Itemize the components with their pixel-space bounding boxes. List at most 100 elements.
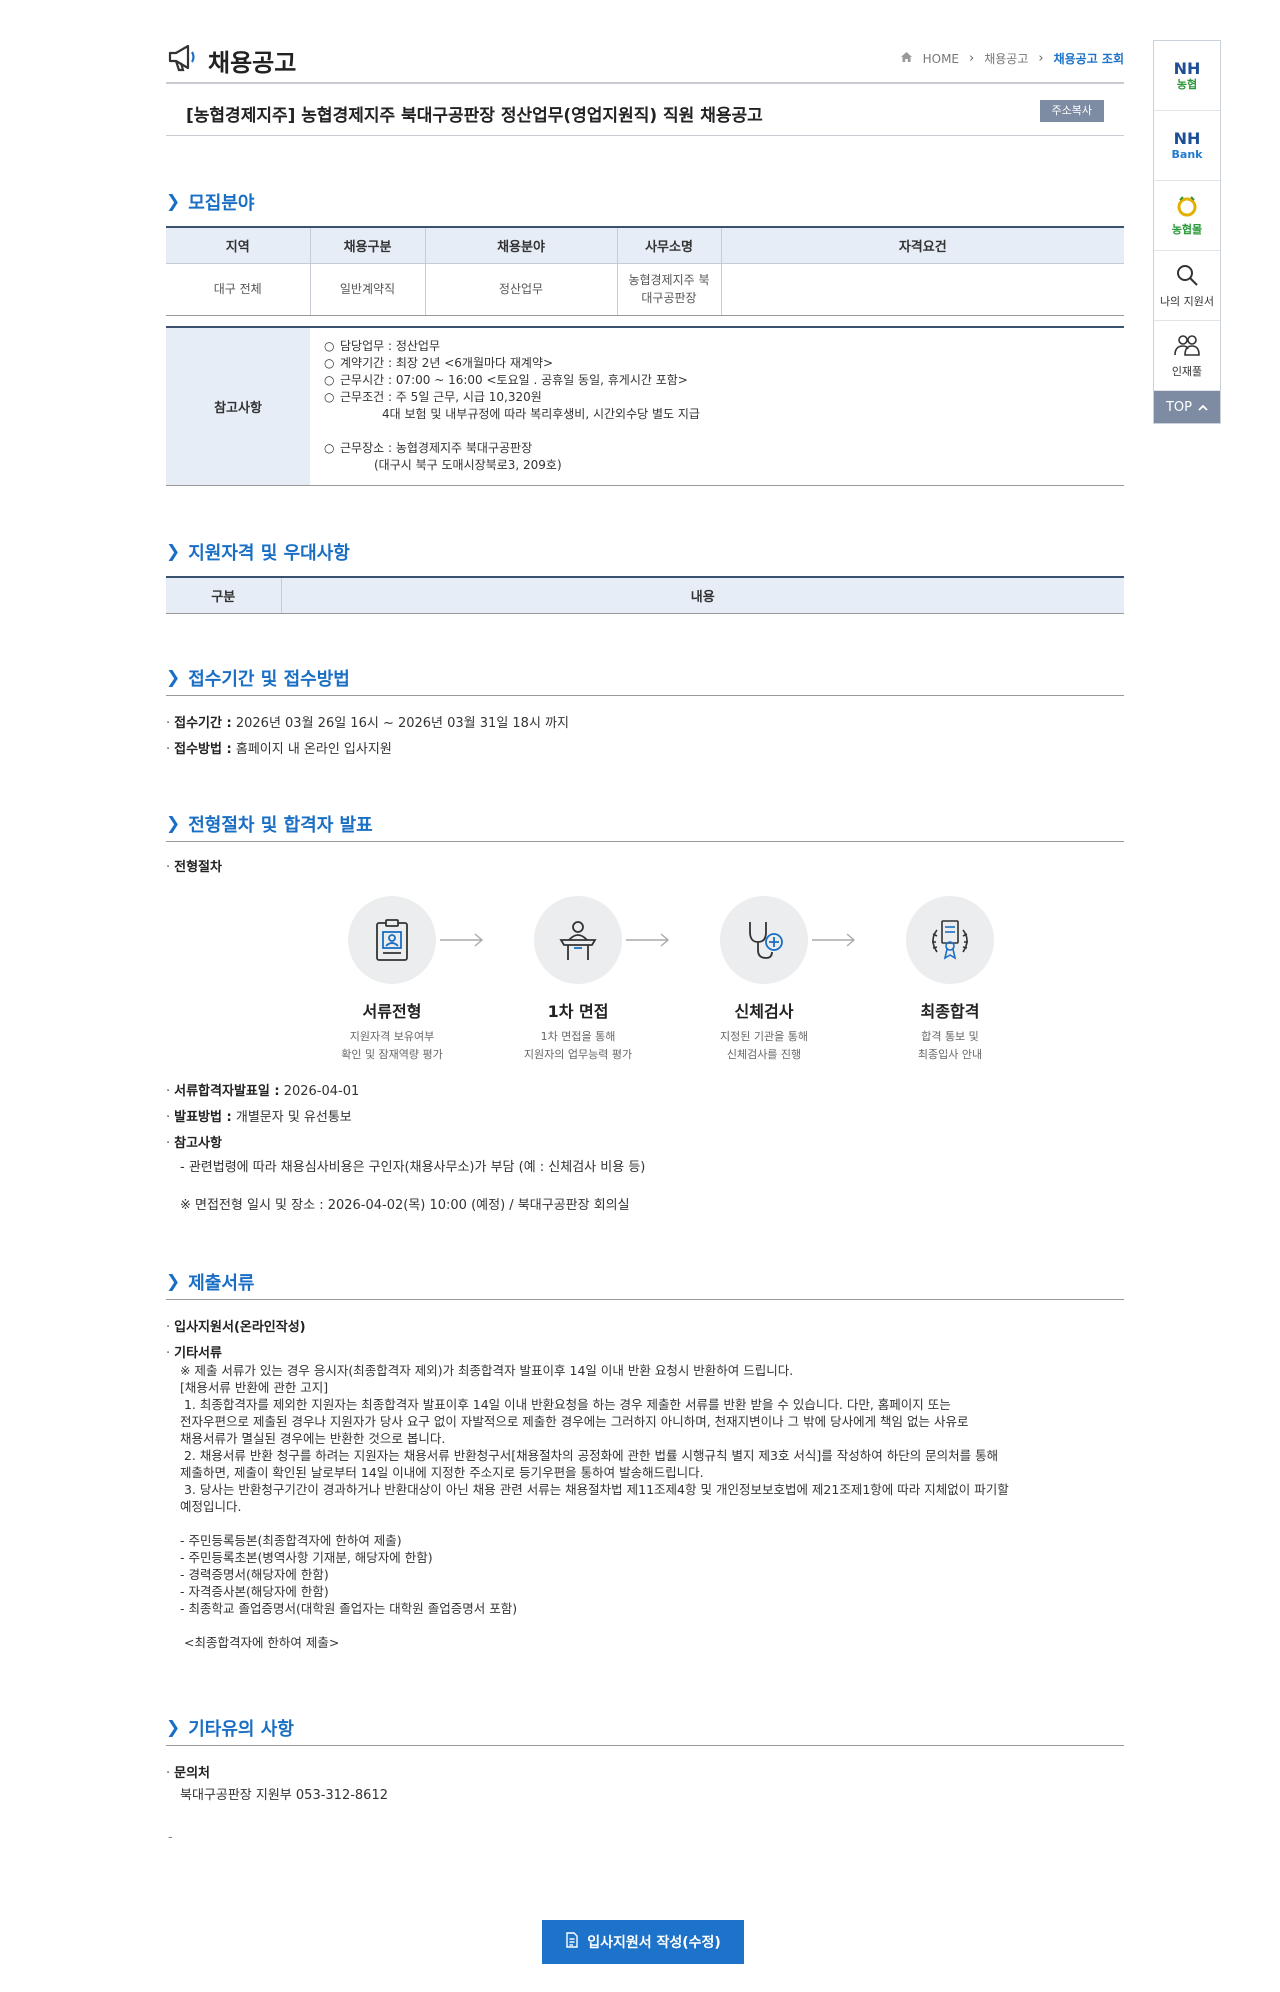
notes-label: 참고사항 xyxy=(166,327,310,486)
list-item: ○ 근무장소 : 농협경제지주 북대구공판장 xyxy=(324,441,533,455)
search-icon xyxy=(1175,263,1199,291)
col-header: 지역 xyxy=(166,226,310,264)
interview-icon xyxy=(534,896,622,984)
reception-period: · 접수기간 : 2026년 03월 26일 16시 ~ 2026년 03월 31… xyxy=(166,716,569,731)
quick-my-application[interactable]: 나의 지원서 xyxy=(1154,251,1220,321)
step-document: 서류전형 지원자격 보유여부 확인 및 잠재역량 평가 xyxy=(322,896,462,1064)
apply-button-label: 입사지원서 작성(수정) xyxy=(587,1935,721,1951)
quick-nh-mall[interactable]: 농협몰 xyxy=(1154,181,1220,251)
certificate-icon xyxy=(906,896,994,984)
chevron-right-icon: › xyxy=(1038,51,1044,66)
apply-button[interactable]: 입사지원서 작성(수정) xyxy=(542,1920,744,1964)
home-icon[interactable] xyxy=(900,51,913,66)
section-qualification-heading: ❯ 지원자격 및 우대사항 xyxy=(166,534,1124,570)
section-title: 지원자격 및 우대사항 xyxy=(188,543,350,564)
contact-label: · 문의처 xyxy=(166,1766,211,1781)
people-icon xyxy=(1173,333,1201,361)
chevron-right-icon: ❯ xyxy=(166,542,181,562)
col-header: 사무소명 xyxy=(616,226,721,264)
selection-note-2: ※ 면접전형 일시 및 장소 : 2026-04-02(목) 10:00 (예정… xyxy=(180,1198,630,1213)
breadcrumb: HOME › 채용공고 › 채용공고 조회 xyxy=(900,50,1124,67)
notes-content: ○ 담당업무 : 정산업무 ○ 계약기간 : 최장 2년 <6개월마다 재계약> ○… xyxy=(310,327,1124,486)
step-desc: 1차 면접을 통해 지원자의 업무능력 평가 xyxy=(523,1030,633,1061)
cell-field: 정산업무 xyxy=(424,263,617,316)
announce-date: · 서류합격자발표일 : 2026-04-01 xyxy=(166,1084,360,1099)
quick-nh-nonghyup[interactable]: NH 농협 xyxy=(1154,41,1220,111)
quick-menu: NH 농협 NH Bank 농협몰 나의 지원서 인재풀 TOP xyxy=(1153,40,1221,424)
section-documents-heading: ❯ 제출서류 xyxy=(166,1264,1124,1300)
copy-address-button[interactable]: 주소복사 xyxy=(1039,100,1104,122)
page-title-text: 채용공고 xyxy=(208,48,297,77)
list-item: 4대 보험 및 내부규정에 따라 복리후생비, 시간외수당 별도 지급 xyxy=(382,407,700,421)
announce-method: · 발표방법 : 개별문자 및 유선통보 xyxy=(166,1110,352,1125)
step-interview: 1차 면접 1차 면접을 통해 지원자의 업무능력 평가 xyxy=(508,896,648,1064)
megaphone-icon xyxy=(166,40,200,80)
documents-item-1: · 입사지원서(온라인작성) xyxy=(166,1320,306,1335)
arrow-right-icon xyxy=(626,933,670,947)
selection-note-1: - 관련법령에 따라 채용심사비용은 구인자(채용사무소)가 부담 (예 : 신… xyxy=(180,1160,646,1175)
section-title: 전형절차 및 합격자 발표 xyxy=(188,814,373,836)
job-title: [농협경제지주] 농협경제지주 북대구공판장 정산업무(영업지원직) 직원 채용… xyxy=(186,106,763,126)
list-item: ○ 근무시간 : 07:00 ~ 16:00 <토요일 . 공휴일 동일, 휴게시… xyxy=(324,373,688,387)
job-title-row: [농협경제지주] 농협경제지주 북대구공판장 정산업무(영업지원직) 직원 채용… xyxy=(166,86,1124,136)
cell-type: 일반계약직 xyxy=(309,263,425,316)
col-header: 내용 xyxy=(280,576,1124,614)
section-title: 접수기간 및 접수방법 xyxy=(188,668,350,690)
page-header: 채용공고 HOME › 채용공고 › 채용공고 조회 xyxy=(166,36,1124,84)
col-header: 채용분야 xyxy=(424,226,617,264)
documents-text: ※ 제출 서류가 있는 경우 응시자(최종합격자 제외)가 최종합격자 발표이후… xyxy=(180,1363,1009,1650)
quick-talent-pool[interactable]: 인재풀 xyxy=(1154,321,1220,391)
col-header: 구분 xyxy=(166,576,281,614)
section-title: 기타유의 사항 xyxy=(188,1718,294,1740)
chevron-right-icon: › xyxy=(969,51,975,66)
documents-item-2: · 기타서류 xyxy=(166,1346,222,1361)
breadcrumb-home[interactable]: HOME xyxy=(923,52,959,66)
page-title: 채용공고 xyxy=(166,40,296,80)
top-button[interactable]: TOP xyxy=(1154,391,1220,423)
document-icon xyxy=(565,1932,579,1952)
section-etc-heading: ❯ 기타유의 사항 xyxy=(166,1710,1124,1746)
step-final: 최종합격 합격 통보 및 최종입사 안내 xyxy=(880,896,1020,1064)
notes-table: 참고사항 ○ 담당업무 : 정산업무 ○ 계약기간 : 최장 2년 <6개월마다 재… xyxy=(166,326,1124,486)
chevron-right-icon: ❯ xyxy=(166,813,181,834)
chevron-up-icon xyxy=(1198,400,1208,415)
qualification-table: 구분 내용 xyxy=(166,576,1124,614)
trailing-dash: - xyxy=(168,1830,173,1845)
list-item: ○ 근무조건 : 주 5일 근무, 시급 10,320원 xyxy=(324,390,542,404)
step-desc: 지원자격 보유여부 확인 및 잠재역량 평가 xyxy=(341,1030,443,1061)
step-name: 1차 면접 xyxy=(547,1002,609,1021)
section-selection-heading: ❯ 전형절차 및 합격자 발표 xyxy=(166,806,1124,842)
process-label: · 전형절차 xyxy=(166,860,222,875)
step-name: 서류전형 xyxy=(362,1002,422,1021)
chevron-right-icon: ❯ xyxy=(166,667,181,688)
col-header: 채용구분 xyxy=(309,226,425,264)
list-item: ○ 계약기간 : 최장 2년 <6개월마다 재계약> xyxy=(324,356,554,370)
step-name: 신체검사 xyxy=(734,1002,794,1021)
breadcrumb-recruit[interactable]: 채용공고 xyxy=(984,50,1028,67)
cell-office: 농협경제지주 북 대구공판장 xyxy=(616,263,721,316)
stethoscope-icon xyxy=(720,896,808,984)
selection-steps: 서류전형 지원자격 보유여부 확인 및 잠재역량 평가 1차 면접 1차 면접을 … xyxy=(322,896,994,1061)
col-header: 자격요건 xyxy=(720,226,1124,264)
section-reception-heading: ❯ 접수기간 및 접수방법 xyxy=(166,660,1124,696)
clipboard-icon xyxy=(348,896,436,984)
list-item: (대구시 북구 도매시장북로3, 209호) xyxy=(374,458,562,472)
chevron-right-icon: ❯ xyxy=(166,192,181,212)
step-desc: 합격 통보 및 최종입사 안내 xyxy=(917,1030,983,1061)
step-name: 최종합격 xyxy=(920,1002,980,1021)
nh-mall-logo-icon xyxy=(1174,195,1200,222)
quick-nh-bank[interactable]: NH Bank xyxy=(1154,111,1220,181)
section-title: 제출서류 xyxy=(188,1272,255,1294)
section-title: 모집분야 xyxy=(188,193,255,214)
reception-method: · 접수방법 : 홈페이지 내 온라인 입사지원 xyxy=(166,742,392,757)
breadcrumb-current[interactable]: 채용공고 조회 xyxy=(1054,50,1124,67)
list-item: ○ 담당업무 : 정산업무 xyxy=(324,339,440,353)
cell-region: 대구 전체 xyxy=(166,263,310,316)
table-row: 대구 전체 일반계약직 정산업무 농협경제지주 북 대구공판장 xyxy=(166,263,1124,316)
chevron-right-icon: ❯ xyxy=(166,1271,181,1292)
arrow-right-icon xyxy=(812,933,856,947)
step-medical: 신체검사 지정된 기관을 통해 신체검사를 진행 xyxy=(694,896,834,1064)
arrow-right-icon xyxy=(440,933,484,947)
section-recruit-heading: ❯ 모집분야 xyxy=(166,184,1124,220)
chevron-right-icon: ❯ xyxy=(166,1717,181,1738)
